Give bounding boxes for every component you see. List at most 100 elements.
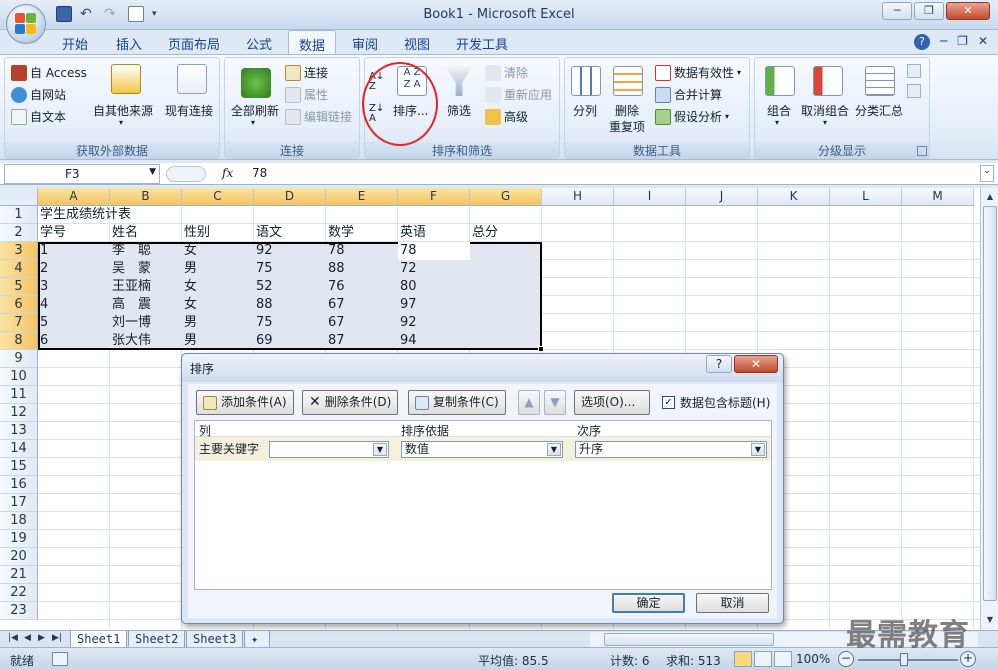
last-sheet-icon[interactable]: ▶| [52, 633, 62, 643]
column-header-h[interactable]: H [542, 188, 614, 206]
help-icon[interactable]: ? [913, 34, 930, 50]
tab-developer[interactable]: 开发工具 [456, 34, 508, 53]
prev-sheet-icon[interactable]: ◀ [24, 633, 31, 643]
table-cell[interactable]: 王亚楠 [110, 278, 151, 296]
group-dropdown-icon[interactable]: ▾ [775, 118, 779, 127]
table-cell[interactable]: 72 [398, 260, 417, 278]
tab-view[interactable]: 视图 [404, 34, 430, 53]
sort-column-select[interactable]: ▼ [269, 441, 389, 458]
from-other-sources-button[interactable]: 自其他来源 [93, 102, 153, 119]
table-cell[interactable]: 1 [38, 242, 48, 260]
row-header-10[interactable]: 10 [0, 368, 38, 386]
sheet-tab-3[interactable]: Sheet3 [186, 631, 244, 648]
sheet-tab-2[interactable]: Sheet2 [128, 631, 186, 648]
table-cell[interactable]: 67 [326, 314, 345, 332]
header-cell[interactable]: 总分 [470, 224, 498, 242]
tab-formulas[interactable]: 公式 [246, 34, 272, 53]
column-header-f[interactable]: F [398, 188, 470, 206]
table-cell[interactable]: 5 [38, 314, 48, 332]
table-cell[interactable]: 高 震 [110, 296, 151, 314]
table-cell[interactable]: 88 [326, 260, 345, 278]
sort-on-select[interactable]: 数值 ▼ [401, 441, 563, 458]
row-header-20[interactable]: 20 [0, 548, 38, 566]
connections-button[interactable]: 连接 [285, 64, 328, 81]
ok-button[interactable]: 确定 [612, 593, 685, 613]
chevron-down-icon[interactable]: ▼ [751, 443, 765, 456]
row-header-15[interactable]: 15 [0, 458, 38, 476]
row-header-1[interactable]: 1 [0, 206, 38, 224]
remove-duplicates-button[interactable]: 删除 [615, 102, 639, 119]
column-header-b[interactable]: B [110, 188, 182, 206]
workbook-restore-button[interactable]: ❐ [957, 34, 968, 50]
table-cell[interactable]: 52 [254, 278, 273, 296]
table-cell[interactable]: 69 [254, 332, 273, 350]
sheet-tab-1[interactable]: Sheet1 [70, 631, 128, 648]
row-header-23[interactable]: 23 [0, 602, 38, 620]
row-header-16[interactable]: 16 [0, 476, 38, 494]
ungroup-dropdown-icon[interactable]: ▾ [823, 118, 827, 127]
column-header-l[interactable]: L [830, 188, 902, 206]
what-if-analysis-button[interactable]: 假设分析 ▾ [655, 108, 729, 125]
tab-review[interactable]: 审阅 [352, 34, 378, 53]
table-cell[interactable]: 3 [38, 278, 48, 296]
from-access-button[interactable]: 自 Access [11, 64, 87, 81]
column-header-j[interactable]: J [686, 188, 758, 206]
delete-level-button[interactable]: ✕ 删除条件(D) [302, 390, 399, 415]
macro-record-icon[interactable] [52, 652, 68, 666]
dialog-launcher-icon[interactable] [917, 146, 927, 156]
order-select[interactable]: 升序 ▼ [575, 441, 767, 458]
zoom-slider-track[interactable] [858, 659, 958, 661]
existing-connections-button[interactable]: 现有连接 [165, 102, 213, 119]
table-cell[interactable]: 女 [182, 296, 197, 314]
row-header-13[interactable]: 13 [0, 422, 38, 440]
ungroup-button[interactable]: 取消组合 [801, 102, 849, 119]
move-up-button[interactable]: ▲ [518, 390, 540, 415]
refresh-dropdown-icon[interactable]: ▾ [251, 118, 255, 127]
first-sheet-icon[interactable]: |◀ [8, 633, 18, 643]
tab-page-layout[interactable]: 页面布局 [168, 34, 220, 53]
column-header-g[interactable]: G [470, 188, 542, 206]
row-header-21[interactable]: 21 [0, 566, 38, 584]
page-break-view-icon[interactable] [774, 651, 792, 667]
table-cell[interactable]: 女 [182, 278, 197, 296]
office-button[interactable] [6, 4, 46, 44]
group-button[interactable]: 组合 [767, 102, 791, 119]
properties-button[interactable]: 属性 [285, 86, 328, 103]
zoom-slider-thumb[interactable] [900, 653, 908, 666]
table-cell[interactable]: 6 [38, 332, 48, 350]
table-cell[interactable]: 李 聪 [110, 242, 151, 260]
column-header-a[interactable]: A [38, 188, 110, 206]
row-header-7[interactable]: 7 [0, 314, 38, 332]
table-cell[interactable]: 80 [398, 278, 417, 296]
options-button[interactable]: 选项(O)... [574, 390, 650, 415]
tab-insert[interactable]: 插入 [116, 34, 142, 53]
column-header-d[interactable]: D [254, 188, 326, 206]
name-box-dropdown-icon[interactable]: ▼ [149, 167, 156, 177]
row-header-8[interactable]: 8 [0, 332, 38, 350]
scroll-down-arrow-icon[interactable]: ▼ [982, 612, 998, 628]
column-header-e[interactable]: E [326, 188, 398, 206]
next-sheet-icon[interactable]: ▶ [38, 633, 45, 643]
formula-input[interactable]: 78 [252, 166, 267, 180]
row-header-14[interactable]: 14 [0, 440, 38, 458]
header-cell[interactable]: 学号 [38, 224, 66, 242]
text-to-columns-button[interactable]: 分列 [573, 102, 597, 119]
table-cell[interactable]: 75 [254, 260, 273, 278]
column-header-c[interactable]: C [182, 188, 254, 206]
table-cell[interactable]: 2 [38, 260, 48, 278]
table-cell[interactable]: 张大伟 [110, 332, 151, 350]
table-cell[interactable]: 75 [254, 314, 273, 332]
scroll-up-arrow-icon[interactable]: ▲ [982, 189, 998, 205]
table-cell[interactable]: 刘一博 [110, 314, 151, 332]
row-header-22[interactable]: 22 [0, 584, 38, 602]
row-header-6[interactable]: 6 [0, 296, 38, 314]
tab-data[interactable]: 数据 [288, 30, 337, 54]
table-cell[interactable]: 4 [38, 296, 48, 314]
close-button[interactable]: ✕ [946, 2, 990, 20]
tab-home[interactable]: 开始 [62, 34, 88, 53]
chevron-down-icon[interactable]: ▼ [547, 443, 561, 456]
dialog-help-button[interactable]: ? [706, 355, 732, 373]
row-header-4[interactable]: 4 [0, 260, 38, 278]
minimize-button[interactable]: ─ [882, 2, 912, 20]
row-header-11[interactable]: 11 [0, 386, 38, 404]
